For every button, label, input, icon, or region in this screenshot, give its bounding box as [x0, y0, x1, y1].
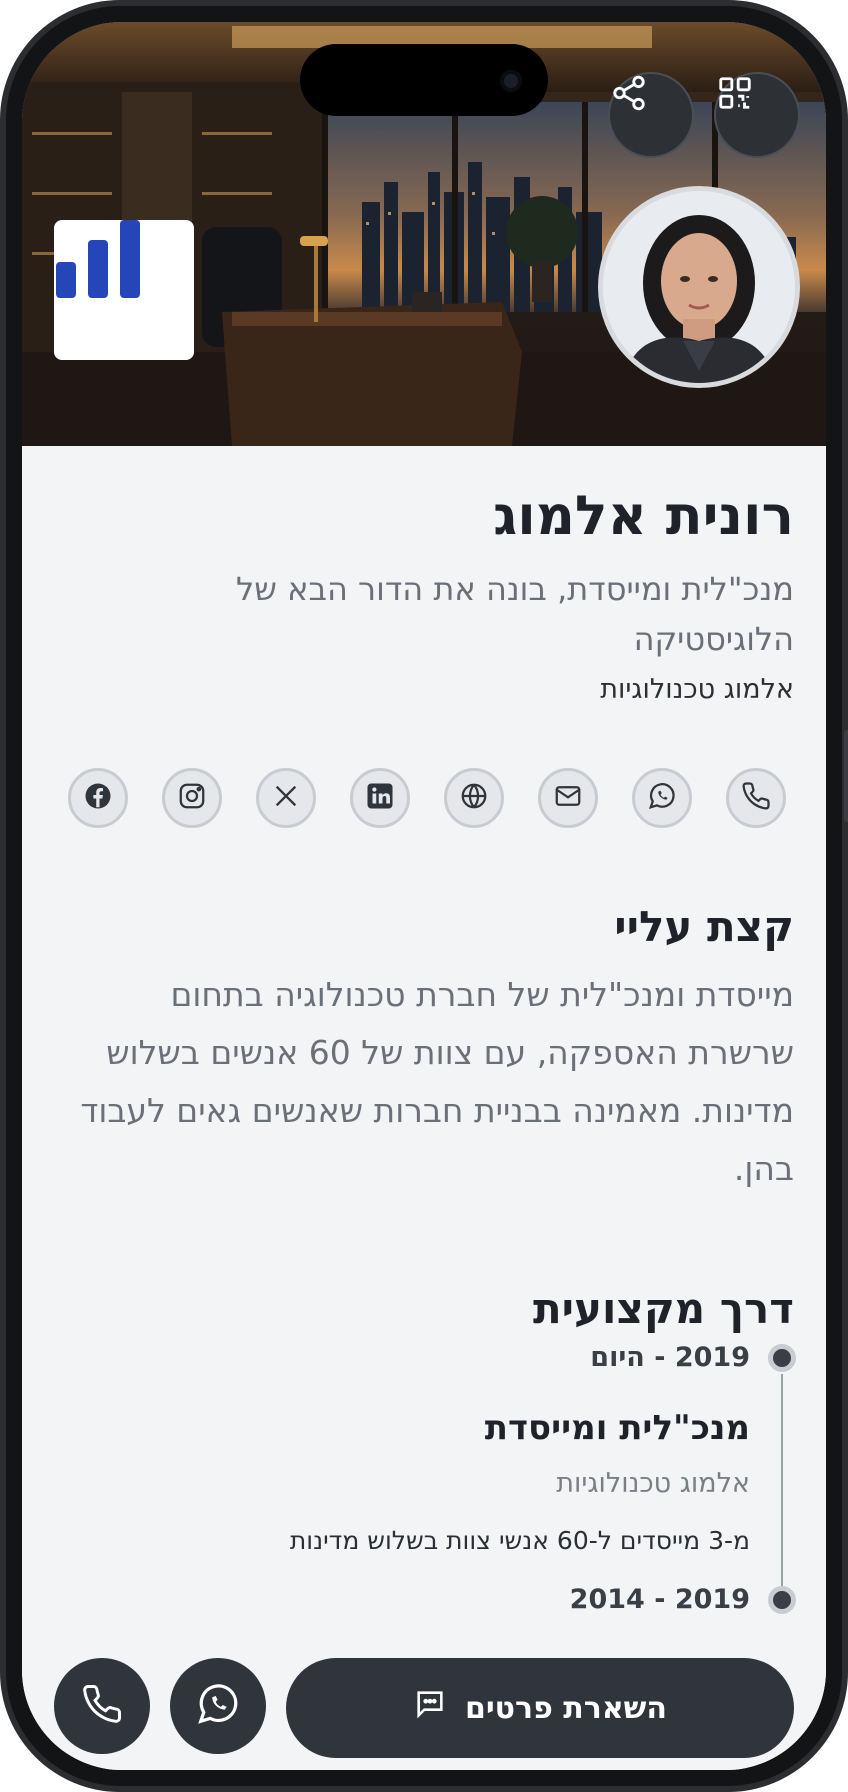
screen: רונית אלמוג מנכ"לית ומייסדת, בונה את הדו…: [22, 22, 826, 1770]
phone-link[interactable]: [726, 768, 786, 828]
front-camera: [500, 70, 522, 92]
side-button: [844, 730, 848, 822]
career-item-dates: 2019 - 2014: [569, 1584, 750, 1615]
phone-frame: רונית אלמוג מנכ"לית ומייסדת, בונה את הדו…: [0, 0, 848, 1792]
globe-icon: [459, 781, 489, 815]
instagram-icon: [177, 781, 207, 815]
career-item-description: מ-3 מייסדים ל-60 אנשי צוות בשלוש מדינות: [289, 1526, 750, 1555]
cta-label: השארת פרטים: [464, 1690, 668, 1726]
career-item-company: אלמוג טכנולוגיות: [556, 1468, 750, 1499]
whatsapp-icon: [195, 1681, 241, 1731]
qr-code-button[interactable]: [714, 72, 800, 158]
whatsapp-link[interactable]: [632, 768, 692, 828]
career-title: דרך מקצועית: [532, 1284, 794, 1333]
whatsapp-icon: [647, 781, 677, 815]
company-logo: [54, 220, 194, 360]
share-button[interactable]: [608, 72, 694, 158]
about-title: קצת עליי: [614, 902, 794, 951]
instagram-link[interactable]: [162, 768, 222, 828]
website-link[interactable]: [444, 768, 504, 828]
x-link[interactable]: [256, 768, 316, 828]
career-item-role: מנכ"לית ומייסדת: [484, 1408, 750, 1448]
timeline-dot: [768, 1586, 796, 1614]
phone-icon: [81, 1683, 123, 1729]
cover-image: [22, 22, 826, 446]
whatsapp-button[interactable]: [170, 1658, 266, 1754]
call-button[interactable]: [54, 1658, 150, 1754]
phone-icon: [741, 781, 771, 815]
timeline-dot: [768, 1344, 796, 1372]
profile-tagline: מנכ"לית ומייסדת, בונה את הדור הבא של הלו…: [236, 570, 794, 658]
timeline-line: [781, 1374, 783, 1606]
facebook-icon: [83, 781, 113, 815]
social-links: [66, 768, 786, 830]
email-link[interactable]: [538, 768, 598, 828]
facebook-link[interactable]: [68, 768, 128, 828]
linkedin-icon: [365, 781, 395, 815]
x-icon: [272, 782, 300, 814]
about-text: מייסדת ומנכ"לית של חברת טכנולוגיה בתחום …: [80, 975, 794, 1188]
career-item-dates: 2019 - היום: [590, 1342, 750, 1373]
profile-avatar: [598, 186, 800, 388]
dynamic-island: [300, 44, 548, 116]
profile-name: רונית אלמוג: [493, 484, 794, 547]
linkedin-link[interactable]: [350, 768, 410, 828]
profile-company: אלמוג טכנולוגיות: [600, 674, 794, 705]
message-icon: [413, 1687, 447, 1729]
mail-icon: [553, 781, 583, 815]
leave-details-button[interactable]: השארת פרטים: [286, 1658, 794, 1758]
